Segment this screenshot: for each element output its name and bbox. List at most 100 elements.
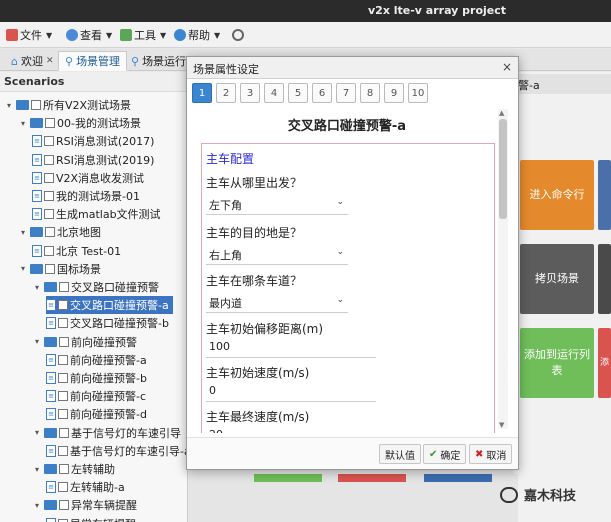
tree-folder[interactable]: ▾ 交叉路口碰撞预警 [32,278,159,296]
page-tab-2[interactable]: 2 [216,83,236,103]
tree-item[interactable]: ≡ 基于信号灯的车速引导-a [46,442,187,460]
tree-checkbox[interactable] [44,136,54,147]
tree-item[interactable]: ≡ 前向碰撞预警-d [46,405,147,423]
tree-folder[interactable]: ▾ 国标场景 [18,260,101,278]
page-tab-5[interactable]: 5 [288,83,308,103]
tree-checkbox[interactable] [45,227,55,238]
tree-item[interactable]: ≡ 交叉路口碰撞预警-b [46,314,169,332]
tree-checkbox[interactable] [45,118,55,129]
tree-folder[interactable]: ▾ 北京地图 [18,223,101,241]
tree-checkbox[interactable] [31,100,41,110]
tab-scene-management[interactable]: ⚲ 场景管理 [58,51,128,71]
tile-edge[interactable] [598,244,611,314]
tree-item[interactable]: ≡ 左转辅助-a [46,478,125,496]
tree-item[interactable]: ≡ 北京 Test-01 [32,242,121,260]
tree-folder[interactable]: ▾ 基于信号灯的车速引导 [32,424,181,442]
tree-checkbox[interactable] [58,391,68,402]
tree-checkbox[interactable] [59,464,69,474]
chevron-down-icon[interactable]: ▾ [32,428,42,437]
scene-tab-fragment[interactable]: 警-a [514,74,611,94]
final-speed-input[interactable]: 20 [206,424,376,433]
tree-checkbox[interactable] [44,245,54,256]
action-button-green[interactable] [254,474,322,482]
tree-folder[interactable]: ▾ 异常车辆提醒 [32,496,137,514]
page-tab-7[interactable]: 7 [336,83,356,103]
chevron-down-icon[interactable]: ▾ [32,465,42,474]
tree-item[interactable]: ≡ RSI消息测试(2019) [32,151,154,169]
add-button-partial[interactable]: 添 [598,328,611,398]
tree-item[interactable]: ≡ 我的测试场景-01 [32,187,140,205]
page-tab-9[interactable]: 9 [384,83,404,103]
tree-checkbox[interactable] [44,209,54,220]
initial-speed-input[interactable]: 0 [206,380,376,402]
tree-checkbox[interactable] [44,172,54,183]
scroll-up-icon[interactable]: ▲ [499,109,504,117]
tree-checkbox[interactable] [58,300,68,311]
scroll-down-icon[interactable]: ▼ [499,421,504,429]
tree-item[interactable]: ≡ 交叉路口碰撞预警-a [46,296,173,315]
link-button[interactable] [232,27,244,43]
tile-edge[interactable] [598,160,611,230]
ok-button[interactable]: ✔ 确定 [423,444,467,464]
cancel-button[interactable]: ✖ 取消 [469,444,513,464]
chevron-down-icon[interactable]: ▾ [32,501,42,510]
chevron-down-icon[interactable]: ▾ [32,337,42,346]
tree-checkbox[interactable] [59,336,69,347]
initial-offset-input[interactable]: 100 [206,336,376,358]
add-to-run-list-button[interactable]: 添加到运行列表 [520,328,594,398]
close-icon[interactable]: × [502,60,512,74]
chevron-down-icon[interactable]: ▾ [18,264,28,273]
tree-checkbox[interactable] [59,282,69,292]
menu-help[interactable]: 帮助 ▼ [174,27,220,43]
tree-item[interactable]: ≡ 生成matlab文件测试 [32,205,161,223]
dialog-scrollbar[interactable]: ▲ ▼ [498,109,508,429]
action-button-blue[interactable] [424,474,492,482]
tree-checkbox[interactable] [58,482,68,493]
tree-folder[interactable]: ▾ 00-我的测试场景 [18,114,141,132]
enter-command-line-button[interactable]: 进入命令行 [520,160,594,230]
page-tab-1[interactable]: 1 [192,83,212,103]
tree-item[interactable]: ≡ 前向碰撞预警-c [46,387,146,405]
tab-welcome[interactable]: ⌂ 欢迎 ✕ [4,51,61,71]
menu-file[interactable]: 文件 ▼ [6,27,52,43]
tree-item[interactable]: ≡ 异常车辆提醒 [46,515,136,522]
tree-folder[interactable]: ▾ 前向碰撞预警 [32,333,137,351]
tree-item[interactable]: ≡ RSI消息测试(2017) [32,132,154,150]
lane-select[interactable]: 最内道 ⌄ [206,291,348,313]
tree-item[interactable]: ≡ 前向碰撞预警-b [46,369,147,387]
destination-select[interactable]: 右上角 ⌄ [206,243,348,265]
tree-checkbox[interactable] [58,445,68,456]
page-tab-8[interactable]: 8 [360,83,380,103]
action-button-red[interactable] [338,474,406,482]
chevron-down-icon[interactable]: ▾ [18,228,28,237]
menu-view[interactable]: 查看 ▼ [66,27,112,43]
tree-checkbox[interactable] [58,518,68,522]
page-tab-6[interactable]: 6 [312,83,332,103]
chevron-down-icon[interactable]: ▾ [32,283,42,292]
close-icon[interactable]: ✕ [46,56,54,66]
tab-scene-run[interactable]: ⚲ 场景运行 [124,51,193,71]
tree-checkbox[interactable] [58,409,68,420]
tree-checkbox[interactable] [58,373,68,383]
tree-item[interactable]: ≡ 前向碰撞预警-a [46,351,147,369]
page-tab-10[interactable]: 10 [408,83,428,103]
tree-item[interactable]: ≡ V2X消息收发测试 [32,169,144,187]
page-tab-3[interactable]: 3 [240,83,260,103]
tree-folder[interactable]: ▾ 所有V2X测试场景 [4,96,131,114]
tree-checkbox[interactable] [58,354,68,365]
page-tab-4[interactable]: 4 [264,83,284,103]
menu-tools[interactable]: 工具 ▼ [120,27,166,43]
default-button[interactable]: 默认值 [379,444,421,464]
tree-checkbox[interactable] [58,318,68,329]
start-position-select[interactable]: 左下角 ⌄ [206,193,348,215]
scroll-thumb[interactable] [499,119,507,219]
copy-scene-button[interactable]: 拷贝场景 [520,244,594,314]
tree-checkbox[interactable] [44,191,54,201]
tree-checkbox[interactable] [44,154,54,165]
tree-checkbox[interactable] [59,500,69,511]
chevron-down-icon[interactable]: ▾ [18,119,28,128]
tree-folder[interactable]: ▾ 左转辅助 [32,460,115,478]
tree-checkbox[interactable] [45,263,55,274]
chevron-down-icon[interactable]: ▾ [4,101,14,110]
tree-checkbox[interactable] [59,427,69,438]
